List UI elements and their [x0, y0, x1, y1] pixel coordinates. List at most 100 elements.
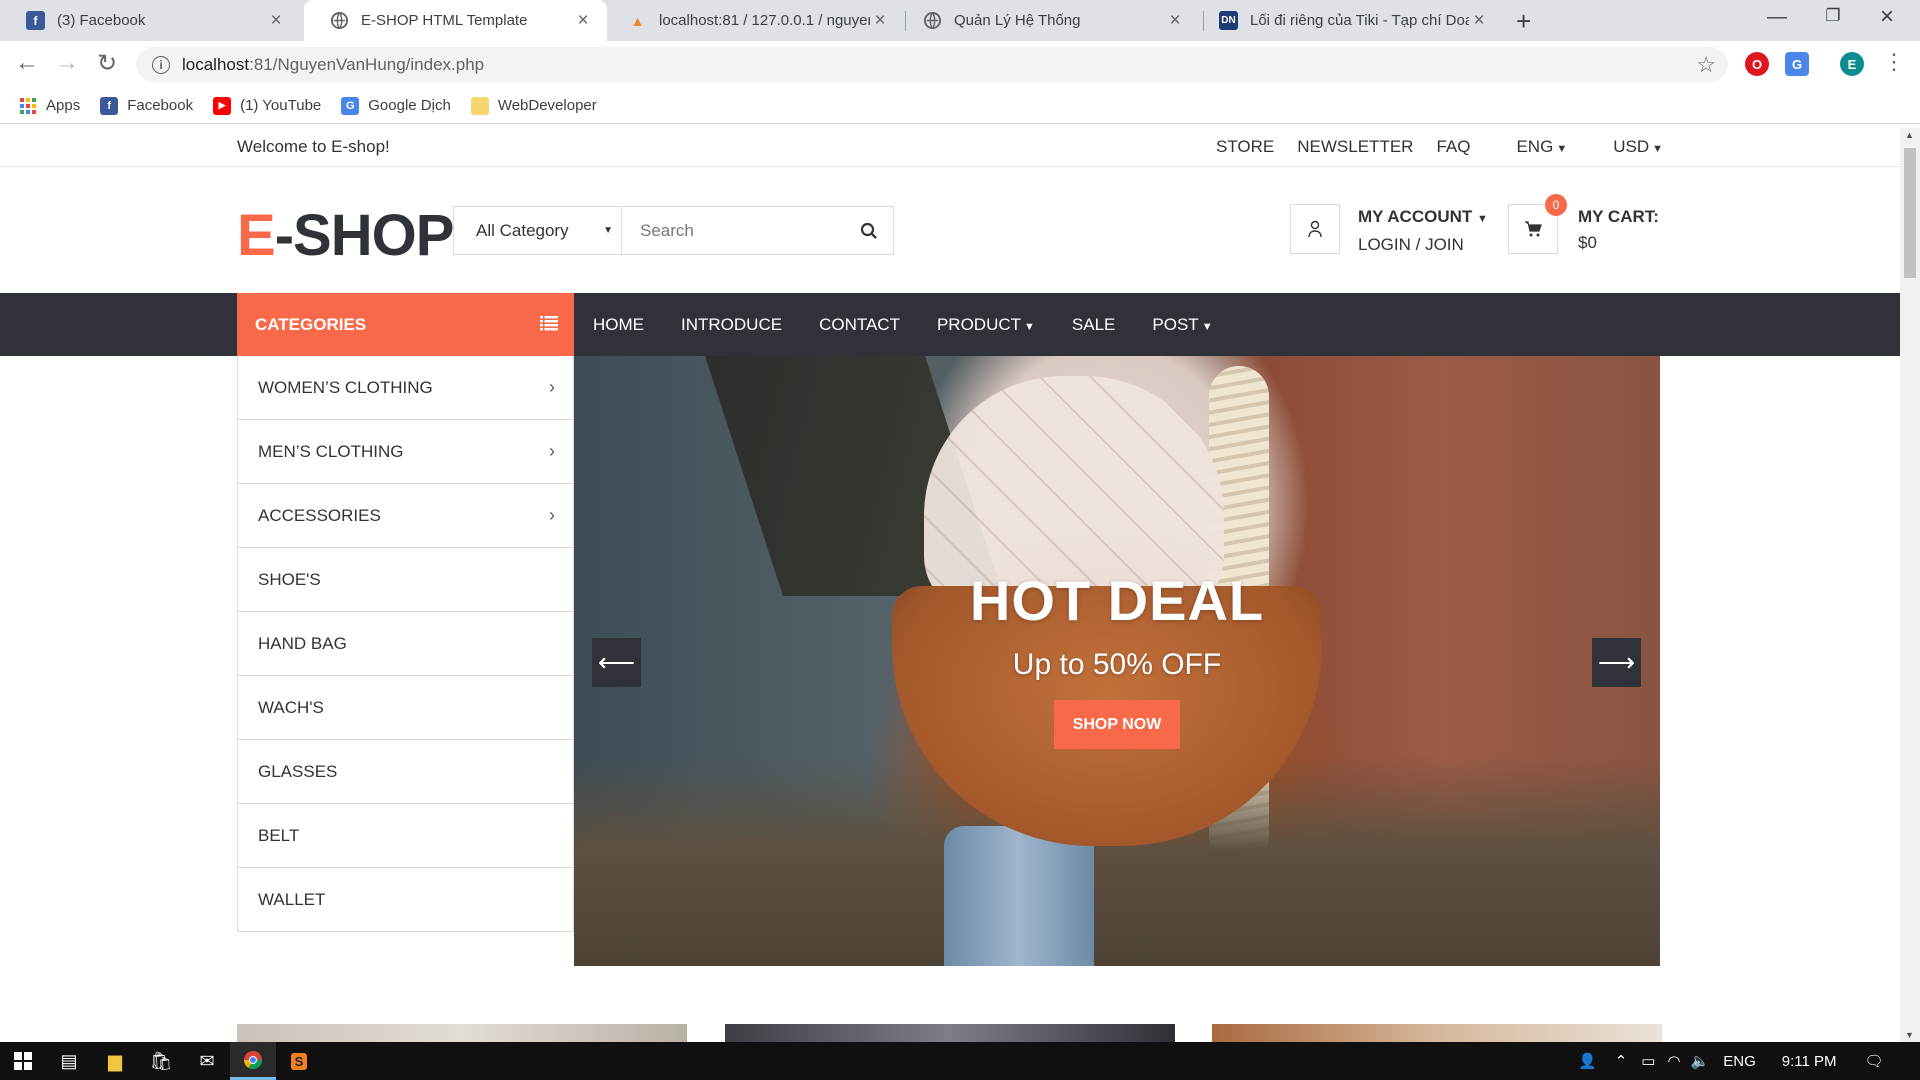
bookmark-label: Google Dịch: [368, 97, 451, 114]
minimize-button[interactable]: —: [1757, 6, 1797, 29]
nav-sale[interactable]: SALE: [1072, 315, 1133, 335]
browser-tab[interactable]: f (3) Facebook ×: [0, 0, 300, 41]
browser-tab[interactable]: ▲ localhost:81 / 127.0.0.1 / nguyen ×: [602, 0, 904, 41]
battery-icon[interactable]: ▭: [1641, 1052, 1655, 1070]
category-item[interactable]: WALLET: [238, 868, 573, 931]
forward-button[interactable]: →: [51, 49, 83, 77]
bookmark-youtube[interactable]: ▶ (1) YouTube: [213, 96, 322, 115]
slider-prev-button[interactable]: ⟵: [592, 638, 641, 687]
category-select[interactable]: All Category ▼: [454, 207, 622, 254]
hero-image-jeans: [944, 826, 1094, 966]
scroll-down-icon[interactable]: ▼: [1905, 1030, 1914, 1040]
category-item[interactable]: BELT: [238, 804, 573, 868]
close-icon[interactable]: ×: [1165, 10, 1185, 32]
faq-link[interactable]: FAQ: [1436, 137, 1470, 157]
volume-icon[interactable]: 🔈: [1691, 1052, 1710, 1070]
bookmark-google-translate[interactable]: G Google Dịch: [341, 96, 451, 115]
nav-introduce[interactable]: INTRODUCE: [681, 315, 800, 335]
bookmark-label: WebDeveloper: [497, 97, 597, 114]
people-icon[interactable]: 👤: [1578, 1052, 1597, 1070]
chevron-right-icon: ›: [549, 377, 555, 397]
nav-post[interactable]: POST ▼: [1152, 315, 1230, 335]
page-viewport: Welcome to E-shop! STORE NEWSLETTER FAQ …: [0, 128, 1900, 1042]
bookmark-webdeveloper[interactable]: WebDeveloper: [470, 96, 597, 115]
sublime-text-icon[interactable]: S: [276, 1042, 322, 1080]
caret-down-icon: ▼: [1556, 143, 1568, 155]
close-icon[interactable]: ×: [870, 10, 890, 32]
bookmark-label: (1) YouTube: [240, 97, 322, 114]
file-explorer-icon[interactable]: ▆: [92, 1042, 138, 1080]
currency-dropdown[interactable]: USD ▼: [1590, 137, 1663, 157]
chrome-taskbar-icon[interactable]: [230, 1042, 276, 1080]
menu-kebab-icon[interactable]: ⋮: [1878, 49, 1910, 75]
chevron-up-icon[interactable]: ⌃: [1615, 1052, 1628, 1070]
facebook-icon: f: [100, 96, 119, 115]
store-link[interactable]: STORE: [1216, 137, 1274, 157]
categories-toggle[interactable]: CATEGORIES: [237, 293, 574, 356]
slider-next-button[interactable]: ⟶: [1592, 638, 1641, 687]
store-icon[interactable]: 🛍: [138, 1042, 184, 1080]
browser-tab[interactable]: DN Lối đi riêng của Tiki - Tạp chí Doa ×: [1193, 0, 1503, 41]
browser-tab-strip: f (3) Facebook × E-SHOP HTML Template × …: [0, 0, 1920, 41]
nav-home[interactable]: HOME: [593, 315, 662, 335]
account-button[interactable]: [1290, 204, 1340, 254]
newsletter-link[interactable]: NEWSLETTER: [1297, 137, 1413, 157]
category-list: WOMEN’S CLOTHING › MEN’S CLOTHING › ACCESS…: [237, 356, 574, 932]
cart-summary[interactable]: MY CART: $0: [1578, 204, 1659, 256]
promo-banner[interactable]: [1212, 1024, 1662, 1042]
task-view-icon[interactable]: ▤: [46, 1042, 92, 1080]
account-menu[interactable]: MY ACCOUNT ▼ LOGIN / JOIN: [1358, 204, 1488, 258]
windows-start-icon[interactable]: [0, 1042, 46, 1080]
scrollbar-thumb[interactable]: [1904, 148, 1916, 278]
bookmark-facebook[interactable]: f Facebook: [100, 96, 193, 115]
category-item[interactable]: GLASSES: [238, 740, 573, 804]
login-join-link[interactable]: LOGIN / JOIN: [1358, 232, 1488, 258]
mail-icon[interactable]: ✉: [184, 1042, 230, 1080]
reload-button[interactable]: ↻: [91, 49, 123, 78]
promo-banner[interactable]: [237, 1024, 687, 1042]
restore-button[interactable]: ❐: [1813, 6, 1853, 26]
translate-extension-icon[interactable]: G: [1785, 52, 1809, 76]
scroll-up-icon[interactable]: ▲: [1905, 130, 1914, 140]
category-item[interactable]: ACCESSORIES ›: [238, 484, 573, 548]
browser-tab[interactable]: Quản Lý Hệ Thống ×: [897, 0, 1199, 41]
new-tab-button[interactable]: +: [1516, 6, 1531, 37]
wifi-icon[interactable]: ◠: [1667, 1052, 1680, 1070]
page-scrollbar[interactable]: ▲ ▼: [1900, 128, 1920, 1042]
opera-extension-icon[interactable]: O: [1745, 52, 1769, 76]
system-tray: 👤 ⌃ ▭ ◠ 🔈 ENG 9:11 PM 🗨: [1578, 1042, 1884, 1080]
bookmark-apps[interactable]: Apps: [19, 97, 80, 115]
browser-tab-active[interactable]: E-SHOP HTML Template ×: [304, 0, 607, 41]
logo-text: -SHOP: [274, 203, 455, 268]
nav-contact[interactable]: CONTACT: [819, 315, 918, 335]
close-icon[interactable]: ×: [573, 10, 593, 32]
language-dropdown[interactable]: ENG ▼: [1493, 137, 1567, 157]
shop-now-button[interactable]: SHOP NOW: [1054, 700, 1180, 749]
bookmark-star-icon[interactable]: ☆: [1696, 52, 1716, 78]
clock[interactable]: 9:11 PM: [1782, 1053, 1837, 1070]
search-input[interactable]: Search: [622, 207, 845, 254]
category-item[interactable]: WACH'S: [238, 676, 573, 740]
search-button[interactable]: [845, 207, 893, 254]
close-window-button[interactable]: ×: [1867, 3, 1907, 31]
input-language[interactable]: ENG: [1723, 1053, 1756, 1070]
welcome-text: Welcome to E-shop!: [237, 137, 390, 156]
address-bar[interactable]: i localhost:81/NguyenVanHung/index.php ☆: [136, 47, 1728, 82]
category-item[interactable]: HAND BAG: [238, 612, 573, 676]
nav-label: CONTACT: [819, 314, 900, 334]
category-item[interactable]: WOMEN’S CLOTHING ›: [238, 356, 573, 420]
close-icon[interactable]: ×: [1469, 10, 1489, 32]
back-button[interactable]: ←: [11, 49, 43, 77]
promo-banner[interactable]: [725, 1024, 1175, 1042]
notifications-icon[interactable]: 🗨: [1865, 1052, 1884, 1070]
category-item[interactable]: SHOE'S: [238, 548, 573, 612]
dn-icon: DN: [1219, 11, 1238, 30]
phpmyadmin-icon: ▲: [630, 12, 645, 29]
close-icon[interactable]: ×: [266, 10, 286, 32]
site-logo[interactable]: E-SHOP: [237, 202, 455, 269]
category-item[interactable]: MEN’S CLOTHING ›: [238, 420, 573, 484]
profile-avatar[interactable]: E: [1840, 52, 1864, 76]
nav-product[interactable]: PRODUCT ▼: [937, 315, 1053, 335]
info-icon[interactable]: i: [152, 55, 170, 74]
language-label: ENG: [1516, 137, 1554, 156]
